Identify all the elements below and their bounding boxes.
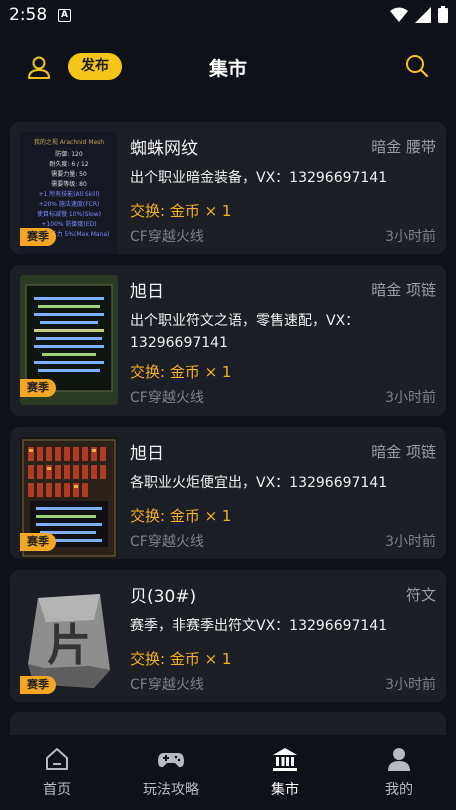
listing-game: CF穿越火线 — [130, 390, 204, 406]
status-time: 2:58 — [9, 5, 48, 25]
gamepad-icon — [158, 753, 184, 768]
listing-description: 各职业火炬便宜出，VX：13296697141 — [130, 475, 388, 491]
season-badge: 赛季 — [20, 228, 56, 246]
bottom-nav: 首页 玩法攻略 集市 我的 — [0, 735, 456, 810]
top-bar: 发布 集市 — [0, 38, 456, 94]
listing-exchange: 交换: 金币 × 1 — [130, 507, 232, 525]
season-badge: 赛季 — [20, 533, 56, 551]
listing-time: 3小时前 — [385, 229, 436, 245]
battery-icon — [438, 6, 448, 23]
search-icon[interactable] — [404, 53, 430, 79]
season-badge: 赛季 — [20, 676, 56, 694]
rune-glyph: 片 — [47, 620, 91, 671]
listing-description: 出个职业符文之语，零售速配，VX：13296697141 — [130, 313, 360, 351]
listing-time: 3小时前 — [385, 534, 436, 550]
page-title: 集市 — [208, 58, 247, 80]
listing-description: 赛季，非赛季出符文VX：13296697141 — [130, 618, 388, 634]
listing-category: 暗金 腰带 — [371, 138, 436, 156]
thumb-line: 使目标减慢 10%(Slow) — [37, 210, 101, 218]
nav-label: 玩法攻略 — [143, 782, 199, 798]
thumb-line: 我的之视 Arachnid Mesh — [34, 138, 104, 146]
thumb-line: 需要等级: 80 — [51, 180, 87, 188]
listing-exchange: 交换: 金币 × 1 — [130, 363, 232, 381]
listing-title: 旭日 — [130, 444, 164, 464]
listing-card[interactable]: 片 赛季 贝(30#) 符文 赛季，非赛季出符文VX：13296697141 交… — [10, 570, 446, 702]
listing-game: CF穿越火线 — [130, 229, 204, 245]
nav-label: 集市 — [271, 782, 299, 798]
nav-label: 我的 — [385, 782, 413, 798]
thumb-line: 法力 5%(Max Mana) — [51, 230, 110, 238]
nav-item-guide[interactable]: 玩法攻略 — [114, 735, 228, 810]
listing-card[interactable]: 赛季 旭日 暗金 项链 出个职业符文之语，零售速配，VX：13296697141… — [10, 265, 446, 416]
item-thumbnail: 片 赛季 — [20, 580, 118, 702]
thumb-line: +1 所有技能(All Skill) — [38, 190, 99, 198]
wifi-icon — [390, 7, 408, 22]
listing-card[interactable]: 我的之视 Arachnid Mesh 防御: 120 耐久度: 6 / 12 需… — [10, 122, 446, 254]
nav-item-market[interactable]: 集市 — [228, 735, 342, 810]
item-thumbnail: 赛季 — [20, 437, 118, 559]
thumb-line: 耐久度: 6 / 12 — [49, 160, 88, 168]
season-badge: 赛季 — [20, 379, 56, 397]
nav-label: 首页 — [43, 782, 71, 798]
item-thumbnail: 赛季 — [20, 275, 118, 405]
notification-a-icon: A — [58, 9, 71, 22]
person-icon — [388, 748, 410, 771]
status-bar: 2:58 A — [0, 0, 456, 34]
listing-game: CF穿越火线 — [130, 534, 204, 550]
listing-category: 符文 — [405, 586, 436, 604]
nav-item-home[interactable]: 首页 — [0, 735, 114, 810]
signal-icon — [415, 6, 431, 23]
thumb-line: 需要力量: 50 — [51, 170, 87, 178]
bank-icon — [273, 748, 297, 771]
listing-title: 旭日 — [130, 282, 164, 302]
listing-exchange: 交换: 金币 × 1 — [130, 202, 232, 220]
thumb-line: +20% 施法速度(FCR) — [39, 200, 100, 208]
listing-game: CF穿越火线 — [130, 677, 204, 693]
status-icons — [390, 6, 448, 23]
listing-time: 3小时前 — [385, 677, 436, 693]
thumb-line: 防御: 120 — [55, 150, 83, 158]
listing-time: 3小时前 — [385, 390, 436, 406]
listing-description: 出个职业暗金装备，VX：13296697141 — [130, 170, 388, 186]
item-thumbnail: 我的之视 Arachnid Mesh 防御: 120 耐久度: 6 / 12 需… — [20, 132, 118, 254]
home-icon — [46, 748, 68, 770]
nav-item-mine[interactable]: 我的 — [342, 735, 456, 810]
listing-card[interactable]: 赛季 旭日 暗金 项链 各职业火炬便宜出，VX：13296697141 交换: … — [10, 427, 446, 559]
listing-category: 暗金 项链 — [371, 281, 436, 299]
listing-exchange: 交换: 金币 × 1 — [130, 650, 232, 668]
listing-category: 暗金 项链 — [371, 443, 436, 461]
thumb-line: +100% 防御度(ED) — [41, 220, 96, 228]
listing-title: 蜘蛛网纹 — [130, 139, 198, 159]
listing-title: 贝(30#) — [130, 587, 197, 607]
